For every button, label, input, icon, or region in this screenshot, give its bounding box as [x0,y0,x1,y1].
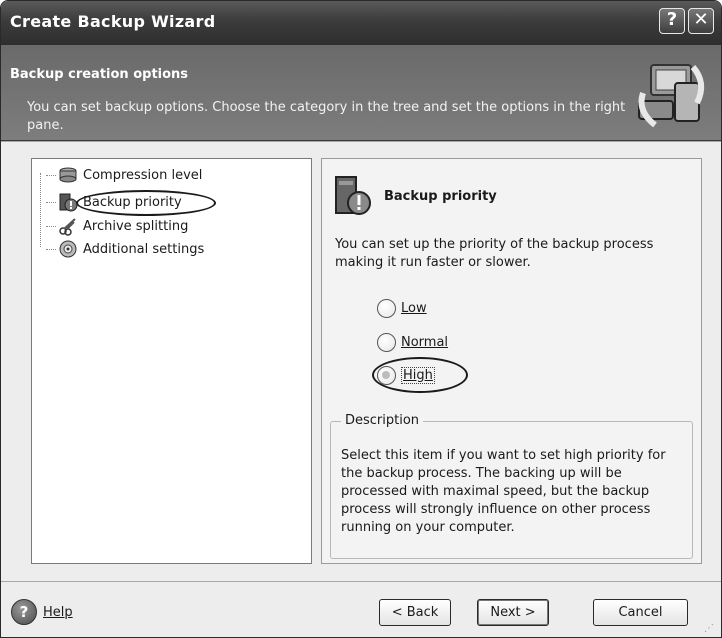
cancel-button[interactable]: Cancel [593,599,688,626]
help-link[interactable]: ? Help [11,599,73,625]
next-button[interactable]: Next > [477,599,549,626]
titlebar-help-button[interactable]: ? [659,8,685,34]
priority-normal-option[interactable]: Normal [377,330,448,354]
backup-priority-icon [333,174,375,222]
compression-icon [59,167,77,183]
priority-low-option[interactable]: Low [377,296,427,320]
scissors-icon [59,218,76,236]
header-title: Backup creation options [10,67,189,82]
tree-item-label: Additional settings [83,241,205,257]
wizard-footer: ? Help < Back Next > Cancel ⋰ [1,583,721,637]
title-bar[interactable]: Create Backup Wizard ? ✕ [1,1,721,45]
radio-highlight-ellipse [372,357,468,393]
description-group-text: Select this item if you want to set high… [341,448,666,535]
selection-highlight-ellipse [76,190,216,216]
window-title: Create Backup Wizard [10,12,216,31]
tree-item-compression-level[interactable]: Compression level [46,164,266,186]
settings-disc-icon [59,240,77,258]
back-button[interactable]: < Back [379,599,451,626]
options-pane: Backup priority You can set up the prior… [321,158,702,564]
tree-item-additional-settings[interactable]: Additional settings [46,238,266,260]
options-tree[interactable]: Compression level Backup priority Archiv… [31,158,312,564]
backup-options-icon [631,53,711,137]
radio-low[interactable] [377,298,396,318]
resize-grip-icon[interactable]: ⋰ [704,623,714,634]
header-description: You can set backup options. Choose the c… [27,100,626,133]
radio-low-label: Low [401,300,427,316]
tree-item-archive-splitting[interactable]: Archive splitting [46,215,266,237]
close-button[interactable]: ✕ [688,8,714,34]
description-groupbox: Description Select this item if you want… [330,413,693,559]
tree-guide-line [40,173,41,247]
radio-normal-label: Normal [401,334,449,350]
priority-icon [59,193,78,212]
panel-title: Backup priority [384,189,497,204]
create-backup-wizard-window: Create Backup Wizard ? ✕ Backup creation… [0,0,722,638]
help-label: Help [43,604,73,620]
tree-item-label: Archive splitting [83,218,189,234]
tree-item-label: Compression level [83,167,203,183]
radio-normal[interactable] [377,332,396,352]
help-icon: ? [11,599,37,625]
footer-divider [1,581,721,582]
panel-description: You can set up the priority of the backu… [335,237,654,270]
wizard-header: Backup creation options You can set back… [1,45,721,141]
description-group-title: Description [341,413,424,428]
header-divider [1,141,721,142]
